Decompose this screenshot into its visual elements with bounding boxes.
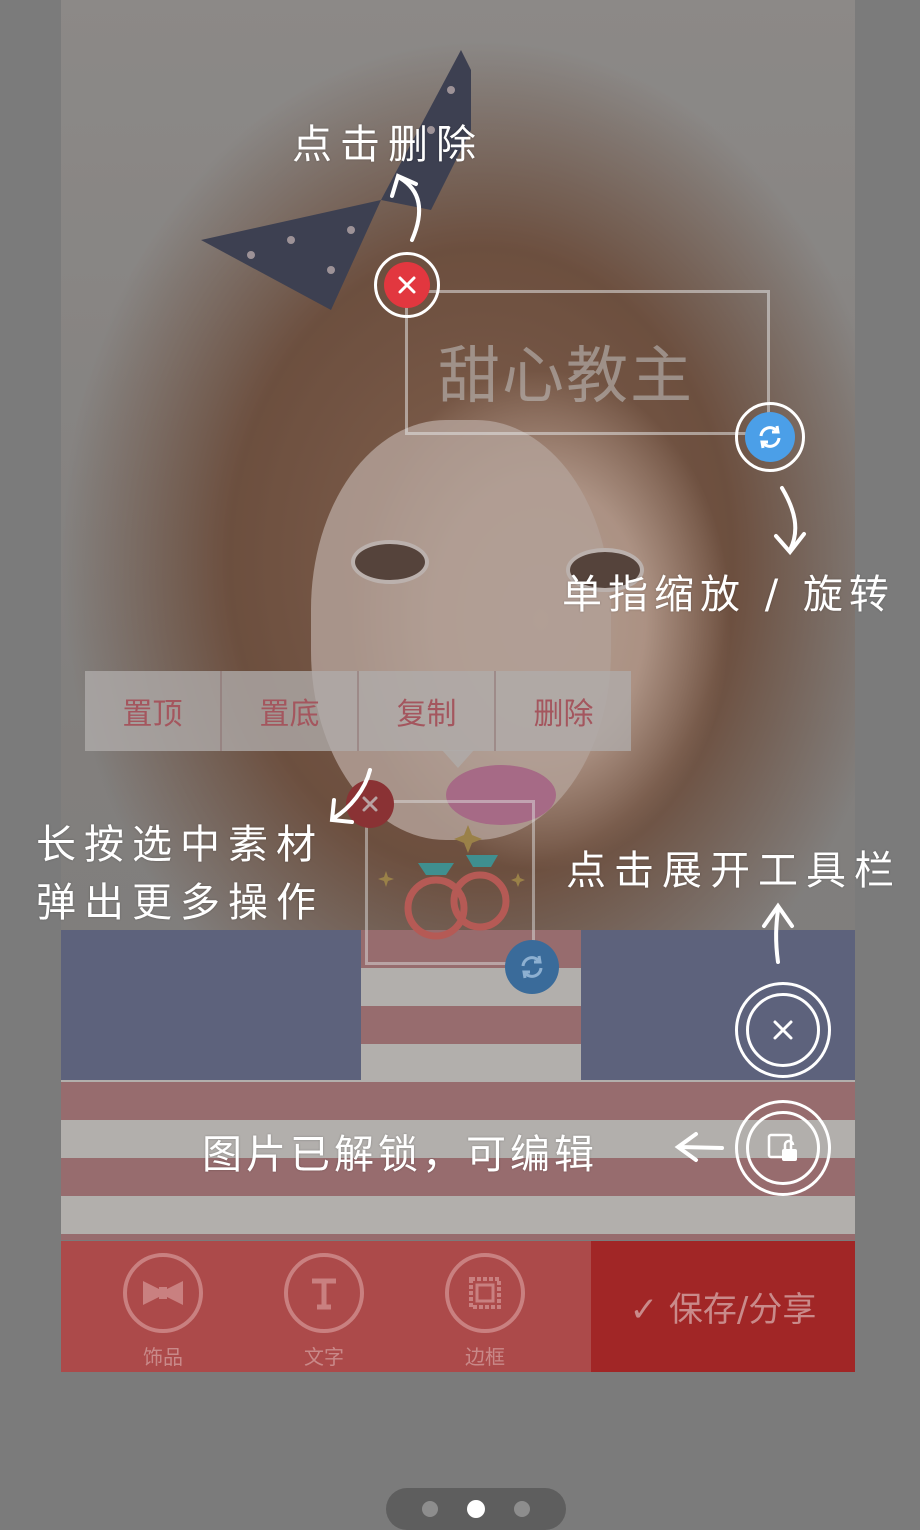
tool-frame[interactable]: 边框 bbox=[425, 1253, 545, 1369]
tool-accessories-label: 饰品 bbox=[143, 1345, 183, 1369]
annotation-long-press-2: 弹出更多操作 bbox=[36, 880, 324, 926]
tool-frame-label: 边框 bbox=[465, 1345, 505, 1369]
frame-icon bbox=[469, 1277, 501, 1309]
annotation-long-press-1: 长按选中素材 bbox=[36, 822, 324, 868]
page-dot-3[interactable] bbox=[514, 1501, 530, 1517]
tool-accessories[interactable]: 饰品 bbox=[103, 1253, 223, 1369]
page-dot-1[interactable] bbox=[422, 1501, 438, 1517]
bottom-toolbar: 饰品 文字 边框 ✓ 保存/分享 bbox=[61, 1241, 855, 1372]
save-share-button[interactable]: ✓ 保存/分享 bbox=[591, 1241, 855, 1372]
annotation-delete: 点击删除 bbox=[292, 122, 484, 168]
bow-tie-icon bbox=[143, 1281, 183, 1305]
annotation-scale-rotate: 单指缩放 / 旋转 bbox=[562, 572, 895, 618]
text-icon bbox=[312, 1278, 336, 1310]
annotation-unlock: 图片已解锁，可编辑 bbox=[202, 1132, 598, 1178]
page-indicator bbox=[386, 1488, 566, 1530]
annotation-toolbar: 点击展开工具栏 bbox=[566, 848, 902, 894]
tool-text[interactable]: 文字 bbox=[264, 1253, 384, 1369]
page-dot-2[interactable] bbox=[467, 1500, 485, 1518]
tool-text-label: 文字 bbox=[304, 1345, 344, 1369]
